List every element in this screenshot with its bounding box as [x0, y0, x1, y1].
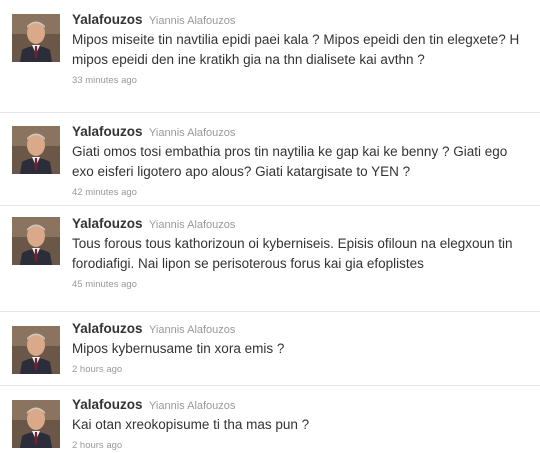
screen-name-link[interactable]: Yalafouzos	[72, 216, 143, 231]
full-name[interactable]: Yiannis Alafouzos	[149, 127, 235, 139]
avatar-image	[12, 126, 60, 174]
avatar-image	[12, 326, 60, 374]
tweet-content: Yalafouzos Yiannis Alafouzos Tous forous…	[72, 216, 532, 292]
full-name[interactable]: Yiannis Alafouzos	[149, 324, 235, 336]
tweet-content: Yalafouzos Yiannis Alafouzos Kai otan xr…	[72, 397, 532, 453]
tweet-timeline: Yalafouzos Yiannis Alafouzos Mipos misei…	[0, 0, 540, 453]
tweet-text: Giati omos tosi embathia pros tin naytil…	[72, 144, 508, 179]
tweet-item: Yalafouzos Yiannis Alafouzos Kai otan xr…	[0, 386, 540, 453]
avatar-image	[12, 400, 60, 448]
tweet-content: Yalafouzos Yiannis Alafouzos Giati omos …	[72, 124, 532, 200]
tweet-text: Mipos miseite tin navtilia epidi paei ka…	[72, 32, 520, 67]
avatar[interactable]	[12, 14, 60, 62]
tweet-header: Yalafouzos Yiannis Alafouzos	[72, 397, 532, 414]
timestamp-link[interactable]: 42 minutes ago	[72, 186, 137, 199]
avatar-image	[12, 217, 60, 265]
screen-name-link[interactable]: Yalafouzos	[72, 12, 143, 27]
avatar[interactable]	[12, 126, 60, 174]
tweet-item: Yalafouzos Yiannis Alafouzos Mipos kyber…	[0, 312, 540, 386]
timestamp-link[interactable]: 2 hours ago	[72, 439, 122, 452]
tweet-item: Yalafouzos Yiannis Alafouzos Mipos misei…	[0, 0, 540, 113]
timestamp-link[interactable]: 2 hours ago	[72, 363, 122, 376]
screen-name-link[interactable]: Yalafouzos	[72, 397, 143, 412]
full-name[interactable]: Yiannis Alafouzos	[149, 400, 235, 412]
tweet-header: Yalafouzos Yiannis Alafouzos	[72, 12, 532, 29]
timestamp-link[interactable]: 45 minutes ago	[72, 278, 137, 291]
tweet-item: Yalafouzos Yiannis Alafouzos Giati omos …	[0, 113, 540, 206]
tweet-header: Yalafouzos Yiannis Alafouzos	[72, 321, 532, 338]
full-name[interactable]: Yiannis Alafouzos	[149, 15, 235, 27]
full-name[interactable]: Yiannis Alafouzos	[149, 219, 235, 231]
tweet-header: Yalafouzos Yiannis Alafouzos	[72, 216, 532, 233]
tweet-text: Tous forous tous kathorizoun oi kybernis…	[72, 236, 513, 271]
screen-name-link[interactable]: Yalafouzos	[72, 124, 143, 139]
tweet-content: Yalafouzos Yiannis Alafouzos Mipos kyber…	[72, 321, 532, 377]
tweet-header: Yalafouzos Yiannis Alafouzos	[72, 124, 532, 141]
timestamp-link[interactable]: 33 minutes ago	[72, 74, 137, 87]
avatar[interactable]	[12, 400, 60, 448]
tweet-content: Yalafouzos Yiannis Alafouzos Mipos misei…	[72, 12, 532, 88]
avatar-image	[12, 14, 60, 62]
tweet-text: Kai otan xreokopisume ti tha mas pun ?	[72, 417, 310, 432]
avatar[interactable]	[12, 217, 60, 265]
tweet-text: Mipos kybernusame tin xora emis ?	[72, 341, 285, 356]
avatar[interactable]	[12, 326, 60, 374]
screen-name-link[interactable]: Yalafouzos	[72, 321, 143, 336]
tweet-item: Yalafouzos Yiannis Alafouzos Tous forous…	[0, 206, 540, 312]
